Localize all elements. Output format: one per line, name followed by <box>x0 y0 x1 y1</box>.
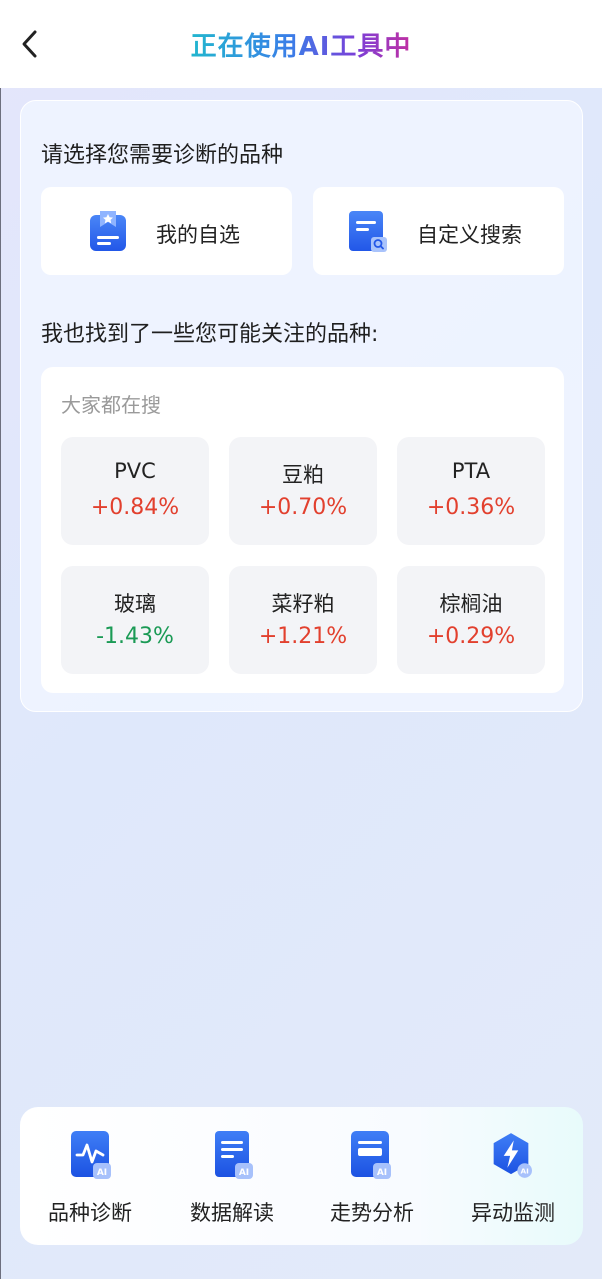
svg-text:AI: AI <box>239 1168 249 1178</box>
page-title: 正在使用AI工具中 <box>191 26 412 63</box>
svg-text:AI: AI <box>97 1168 107 1178</box>
variety-change: -1.43% <box>96 624 174 649</box>
variety-card-pta[interactable]: PTA +0.36% <box>397 437 545 545</box>
variety-change: +0.36% <box>426 495 516 520</box>
document-search-icon <box>349 211 387 252</box>
variety-name: PTA <box>451 459 491 483</box>
variety-card-pvc[interactable]: PVC +0.84% <box>61 437 209 545</box>
document-ai-icon: AI <box>215 1131 253 1179</box>
variety-change: +0.84% <box>90 495 180 520</box>
pulse-ai-icon: AI <box>71 1131 111 1179</box>
variety-change: +0.70% <box>258 495 348 520</box>
svg-text:AI: AI <box>521 1167 530 1176</box>
trending-searches-title: 大家都在搜 <box>61 393 161 417</box>
variety-name: 菜籽粕 <box>271 592 335 616</box>
tool-label: 品种诊断 <box>48 1201 132 1225</box>
trending-searches-box: 大家都在搜 PVC +0.84% 豆粕 +0.70% PTA +0.36% 玻璃… <box>41 367 564 693</box>
tool-label: 异动监测 <box>471 1201 555 1225</box>
custom-search-label: 自定义搜索 <box>417 223 522 247</box>
header-bar: 正在使用AI工具中 <box>0 0 602 88</box>
variety-name: 豆粕 <box>282 463 324 487</box>
ai-tools-bar: AI 品种诊断 AI 数据解读 AI 走势分析 AI 异动监测 <box>20 1107 583 1245</box>
variety-card-glass[interactable]: 玻璃 -1.43% <box>61 566 209 674</box>
tool-variety-diagnosis[interactable]: AI 品种诊断 <box>25 1107 155 1245</box>
variety-change: +0.29% <box>426 624 516 649</box>
favorites-list-icon <box>90 211 126 251</box>
tool-label: 走势分析 <box>330 1201 414 1225</box>
suggested-varieties-title: 我也找到了一些您可能关注的品种: <box>41 322 379 347</box>
variety-card-rapeseed-meal[interactable]: 菜籽粕 +1.21% <box>229 566 377 674</box>
custom-search-button[interactable]: 自定义搜索 <box>313 187 564 275</box>
my-watchlist-label: 我的自选 <box>156 223 240 247</box>
my-watchlist-button[interactable]: 我的自选 <box>41 187 292 275</box>
tool-label: 数据解读 <box>190 1201 274 1225</box>
variety-name: PVC <box>114 459 156 483</box>
variety-card-palm-oil[interactable]: 棕榈油 +0.29% <box>397 566 545 674</box>
chevron-left-icon <box>22 30 37 58</box>
tool-data-interpretation[interactable]: AI 数据解读 <box>167 1107 297 1245</box>
card-ai-icon: AI <box>351 1131 391 1179</box>
tool-anomaly-monitoring[interactable]: AI 异动监测 <box>448 1107 578 1245</box>
tool-trend-analysis[interactable]: AI 走势分析 <box>307 1107 437 1245</box>
variety-change: +1.21% <box>258 624 348 649</box>
choose-variety-title: 请选择您需要诊断的品种 <box>41 143 284 168</box>
variety-name: 棕榈油 <box>439 592 503 616</box>
variety-name: 玻璃 <box>114 592 156 616</box>
window-edge <box>0 0 1 1279</box>
svg-text:AI: AI <box>377 1168 387 1178</box>
diagnosis-panel: 请选择您需要诊断的品种 我的自选 自定义搜索 我也找到了一些您可能关注的品种: … <box>20 100 583 712</box>
back-button[interactable] <box>12 26 48 62</box>
variety-card-soybean-meal[interactable]: 豆粕 +0.70% <box>229 437 377 545</box>
lightning-ai-icon: AI <box>493 1133 532 1178</box>
